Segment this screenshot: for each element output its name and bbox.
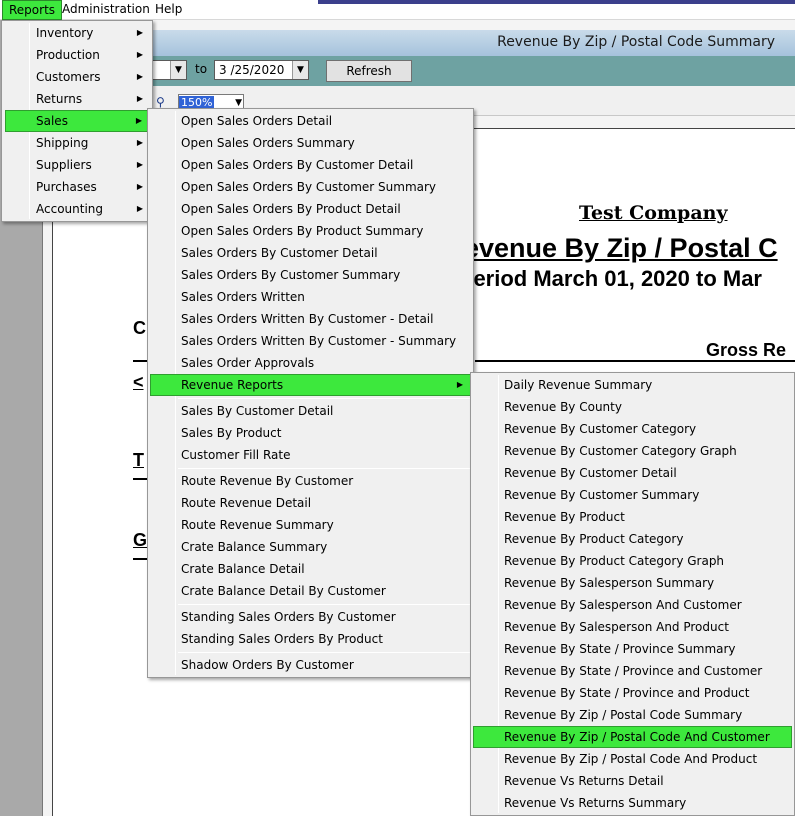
submenu-arrow-icon: ▶ xyxy=(136,160,143,169)
menu-separator xyxy=(178,604,471,605)
menu-item-revenue-by-product-category-graph[interactable]: Revenue By Product Category Graph xyxy=(473,550,792,572)
reports-menu: Inventory ▶ Production ▶ Customers ▶ Returns ▶ S… xyxy=(1,20,153,222)
report-company: Test Company xyxy=(579,202,728,224)
report-fragment: C xyxy=(133,318,146,338)
report-window-title: Revenue By Zip / Postal Code Summary xyxy=(497,34,775,50)
submenu-arrow-icon: ▶ xyxy=(136,28,143,37)
menu-item-revenue-by-state-province-summary[interactable]: Revenue By State / Province Summary xyxy=(473,638,792,660)
gross-revenue-header: Gross Re xyxy=(706,340,787,360)
menu-item-inventory[interactable]: Inventory ▶ xyxy=(5,22,150,44)
menu-item-revenue-reports[interactable]: Revenue Reports ▶ xyxy=(150,374,471,396)
submenu-arrow-icon: ▶ xyxy=(456,380,463,389)
menu-item-revenue-by-customer-detail[interactable]: Revenue By Customer Detail xyxy=(473,462,792,484)
menu-item-revenue-by-product-category[interactable]: Revenue By Product Category xyxy=(473,528,792,550)
menu-item-sales[interactable]: Sales ▶ xyxy=(5,110,150,132)
menu-item-customers[interactable]: Customers ▶ xyxy=(5,66,150,88)
menu-item-sales-orders-by-customer-summary[interactable]: Sales Orders By Customer Summary xyxy=(150,264,471,286)
menu-item-sales-orders-written[interactable]: Sales Orders Written xyxy=(150,286,471,308)
submenu-arrow-icon: ▶ xyxy=(136,138,143,147)
menu-item-crate-balance-detail[interactable]: Crate Balance Detail xyxy=(150,558,471,580)
sales-submenu: Open Sales Orders Detail Open Sales Order… xyxy=(147,108,474,678)
menu-item-revenue-by-product[interactable]: Revenue By Product xyxy=(473,506,792,528)
submenu-arrow-icon: ▶ xyxy=(136,50,143,59)
report-fragment: T xyxy=(133,450,144,470)
submenu-arrow-icon: ▶ xyxy=(136,94,143,103)
menu-item-revenue-by-state-province-and-product[interactable]: Revenue By State / Province and Product xyxy=(473,682,792,704)
menu-item-open-sales-orders-detail[interactable]: Open Sales Orders Detail xyxy=(150,110,471,132)
binoculars-icon[interactable]: ⚲ xyxy=(156,95,165,109)
report-fragment: < xyxy=(133,372,144,392)
menu-item-sales-orders-written-by-customer-detail[interactable]: Sales Orders Written By Customer - Detai… xyxy=(150,308,471,330)
report-title: evenue By Zip / Postal C xyxy=(464,233,778,263)
end-date-value: 3 /25/2020 xyxy=(219,63,285,77)
header-rule xyxy=(475,360,795,362)
menu-item-open-sales-orders-summary[interactable]: Open Sales Orders Summary xyxy=(150,132,471,154)
report-fragment: G xyxy=(133,530,148,550)
menu-item-route-revenue-detail[interactable]: Route Revenue Detail xyxy=(150,492,471,514)
menu-item-sales-by-customer-detail[interactable]: Sales By Customer Detail xyxy=(150,400,471,422)
menu-item-revenue-vs-returns-summary[interactable]: Revenue Vs Returns Summary xyxy=(473,792,792,814)
menu-reports[interactable]: Reports xyxy=(2,0,63,20)
end-date-field[interactable]: 3 /25/2020 ▼ xyxy=(214,60,309,80)
window-title-strip xyxy=(318,0,795,4)
refresh-button[interactable]: Refresh xyxy=(326,60,412,82)
menu-item-sales-orders-written-by-customer-summary[interactable]: Sales Orders Written By Customer - Summa… xyxy=(150,330,471,352)
menu-item-customer-fill-rate[interactable]: Customer Fill Rate xyxy=(150,444,471,466)
menu-item-crate-balance-summary[interactable]: Crate Balance Summary xyxy=(150,536,471,558)
menu-item-revenue-by-customer-summary[interactable]: Revenue By Customer Summary xyxy=(473,484,792,506)
menu-administration[interactable]: Administration xyxy=(56,0,156,20)
menu-item-revenue-by-customer-category[interactable]: Revenue By Customer Category xyxy=(473,418,792,440)
start-date-field[interactable]: ▼ xyxy=(150,60,187,80)
menu-separator xyxy=(178,652,471,653)
menu-item-revenue-by-salesperson-summary[interactable]: Revenue By Salesperson Summary xyxy=(473,572,792,594)
submenu-arrow-icon: ▶ xyxy=(136,72,143,81)
menu-item-open-sales-orders-by-product-detail[interactable]: Open Sales Orders By Product Detail xyxy=(150,198,471,220)
menu-item-production[interactable]: Production ▶ xyxy=(5,44,150,66)
report-period: period March 01, 2020 to Mar xyxy=(460,266,762,291)
menu-item-revenue-by-customer-category-graph[interactable]: Revenue By Customer Category Graph xyxy=(473,440,792,462)
menu-item-route-revenue-summary[interactable]: Route Revenue Summary xyxy=(150,514,471,536)
menu-item-revenue-by-zip-postal-code-summary[interactable]: Revenue By Zip / Postal Code Summary xyxy=(473,704,792,726)
menu-item-returns[interactable]: Returns ▶ xyxy=(5,88,150,110)
menu-item-suppliers[interactable]: Suppliers ▶ xyxy=(5,154,150,176)
menu-item-purchases[interactable]: Purchases ▶ xyxy=(5,176,150,198)
menu-item-open-sales-orders-by-customer-detail[interactable]: Open Sales Orders By Customer Detail xyxy=(150,154,471,176)
chevron-down-icon[interactable]: ▼ xyxy=(292,61,308,79)
menu-item-crate-balance-detail-by-customer[interactable]: Crate Balance Detail By Customer xyxy=(150,580,471,602)
report-titlebar: Revenue By Zip / Postal Code Summary xyxy=(42,30,795,56)
submenu-arrow-icon: ▶ xyxy=(135,116,142,125)
menu-item-open-sales-orders-by-customer-summary[interactable]: Open Sales Orders By Customer Summary xyxy=(150,176,471,198)
menu-item-daily-revenue-summary[interactable]: Daily Revenue Summary xyxy=(473,374,792,396)
menu-item-revenue-by-zip-postal-code-and-customer[interactable]: Revenue By Zip / Postal Code And Custome… xyxy=(473,726,792,748)
menu-item-standing-sales-orders-by-customer[interactable]: Standing Sales Orders By Customer xyxy=(150,606,471,628)
revenue-reports-submenu: Daily Revenue Summary Revenue By County Re… xyxy=(470,372,795,816)
to-label: to xyxy=(195,62,208,76)
menu-item-revenue-by-state-province-and-customer[interactable]: Revenue By State / Province and Customer xyxy=(473,660,792,682)
menu-item-sales-order-approvals[interactable]: Sales Order Approvals xyxy=(150,352,471,374)
menu-item-shipping[interactable]: Shipping ▶ xyxy=(5,132,150,154)
menu-separator xyxy=(178,398,471,399)
menu-item-revenue-vs-returns-detail[interactable]: Revenue Vs Returns Detail xyxy=(473,770,792,792)
menu-item-revenue-by-salesperson-and-customer[interactable]: Revenue By Salesperson And Customer xyxy=(473,594,792,616)
menu-item-revenue-by-salesperson-and-product[interactable]: Revenue By Salesperson And Product xyxy=(473,616,792,638)
chevron-down-icon[interactable]: ▼ xyxy=(170,61,186,79)
menu-separator xyxy=(178,468,471,469)
menu-item-shadow-orders-by-customer[interactable]: Shadow Orders By Customer xyxy=(150,654,471,676)
submenu-arrow-icon: ▶ xyxy=(136,204,143,213)
menu-item-route-revenue-by-customer[interactable]: Route Revenue By Customer xyxy=(150,470,471,492)
submenu-arrow-icon: ▶ xyxy=(136,182,143,191)
menu-help[interactable]: Help xyxy=(149,0,188,20)
menu-item-open-sales-orders-by-product-summary[interactable]: Open Sales Orders By Product Summary xyxy=(150,220,471,242)
menu-item-accounting[interactable]: Accounting ▶ xyxy=(5,198,150,220)
menu-item-sales-orders-by-customer-detail[interactable]: Sales Orders By Customer Detail xyxy=(150,242,471,264)
menu-item-standing-sales-orders-by-product[interactable]: Standing Sales Orders By Product xyxy=(150,628,471,650)
menu-item-sales-by-product[interactable]: Sales By Product xyxy=(150,422,471,444)
menu-item-revenue-by-zip-postal-code-and-product[interactable]: Revenue By Zip / Postal Code And Product xyxy=(473,748,792,770)
menu-item-revenue-by-county[interactable]: Revenue By County xyxy=(473,396,792,418)
